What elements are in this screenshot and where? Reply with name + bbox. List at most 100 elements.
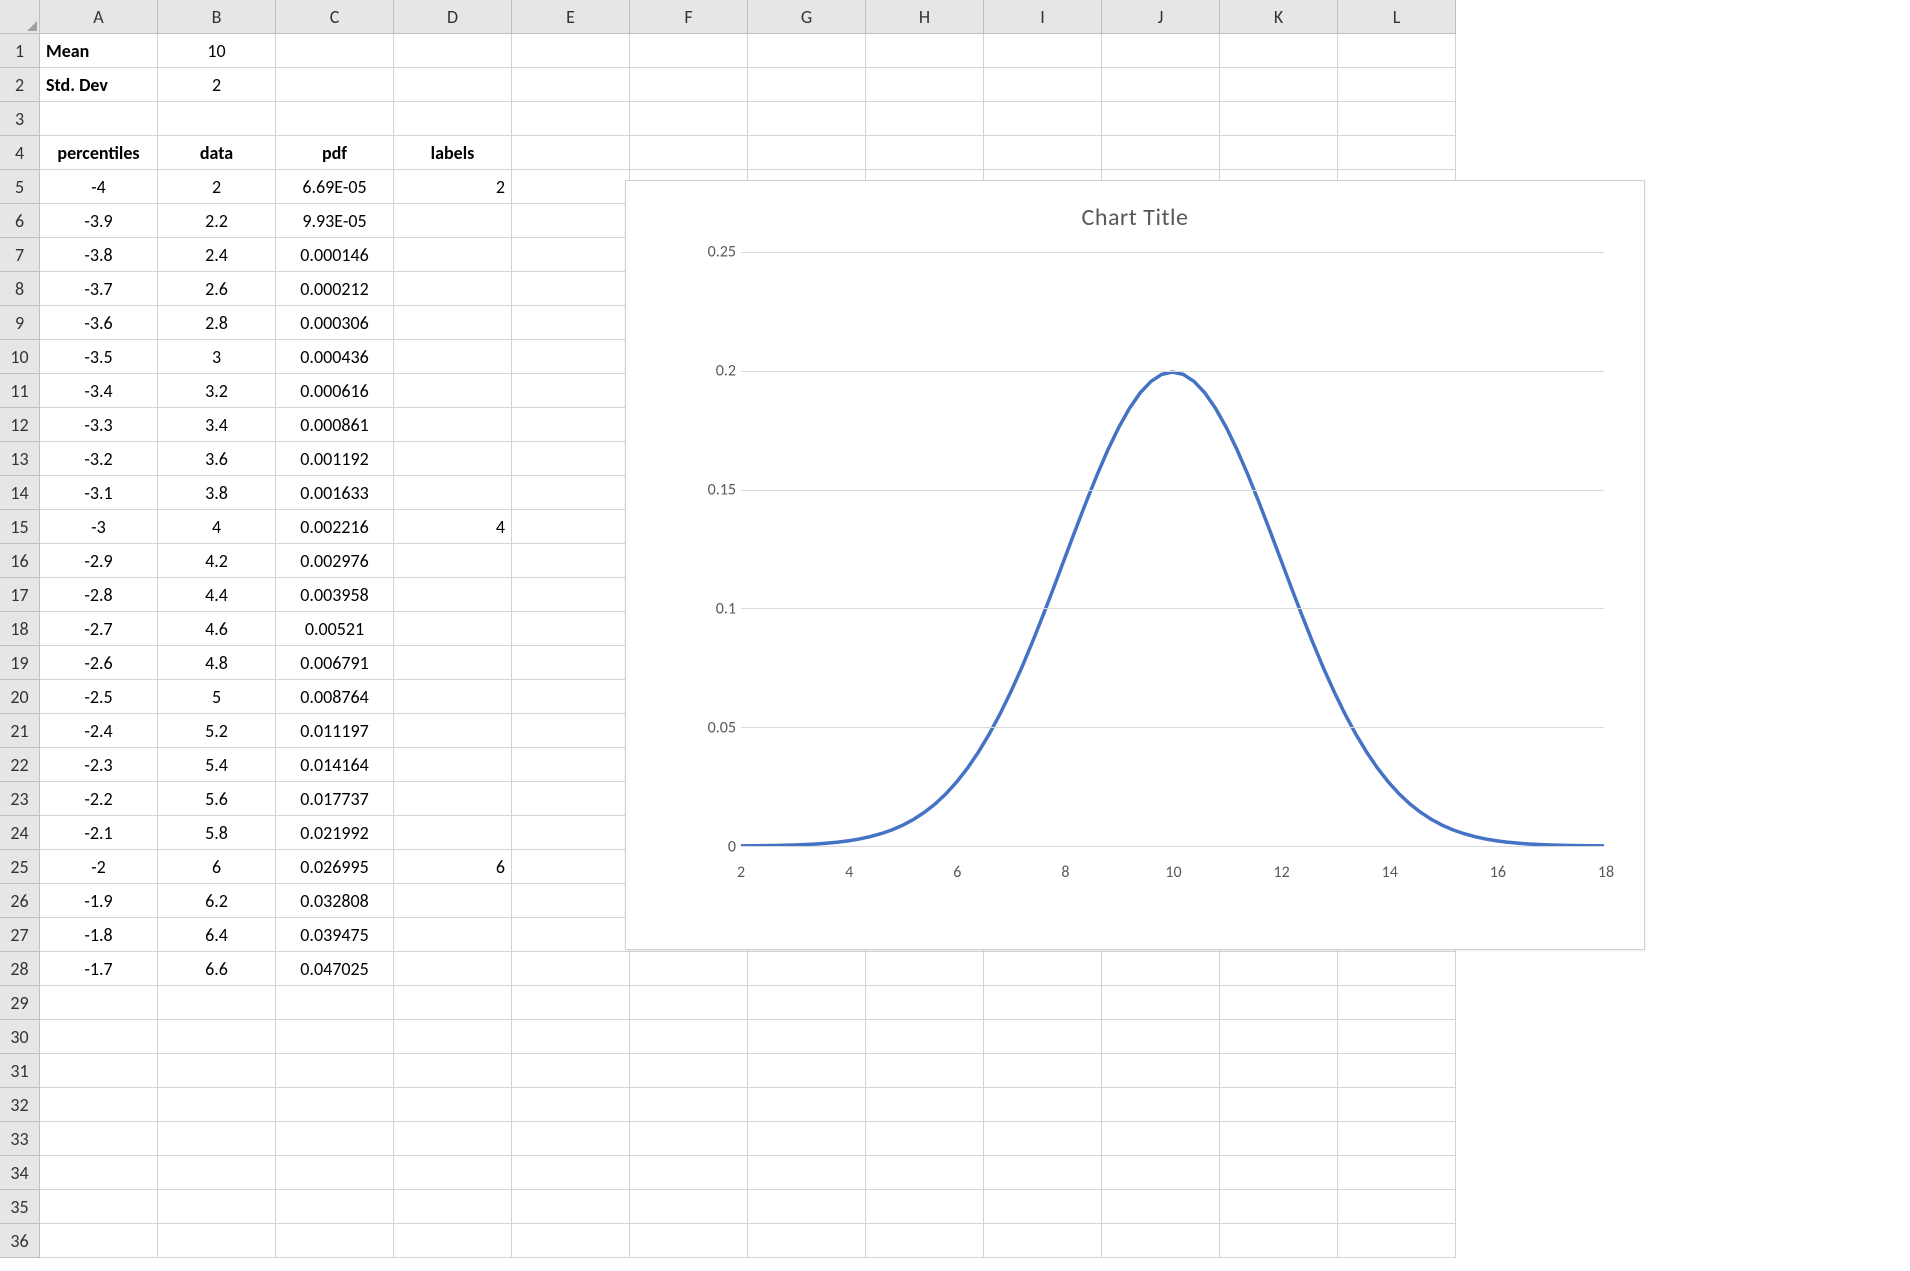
- cell[interactable]: [394, 918, 512, 952]
- cell[interactable]: [276, 102, 394, 136]
- cell[interactable]: [276, 1156, 394, 1190]
- row-header[interactable]: 16: [0, 544, 40, 578]
- cell[interactable]: [394, 1156, 512, 1190]
- cell[interactable]: [394, 748, 512, 782]
- column-header[interactable]: F: [630, 0, 748, 34]
- cell[interactable]: 5.2: [158, 714, 276, 748]
- cell[interactable]: [1102, 68, 1220, 102]
- cell[interactable]: [1102, 1088, 1220, 1122]
- row-header[interactable]: 23: [0, 782, 40, 816]
- cell[interactable]: 0.000146: [276, 238, 394, 272]
- column-header[interactable]: A: [40, 0, 158, 34]
- cell[interactable]: [1220, 1088, 1338, 1122]
- cell[interactable]: -3.9: [40, 204, 158, 238]
- cell[interactable]: [512, 1224, 630, 1258]
- cell[interactable]: -3.5: [40, 340, 158, 374]
- cell[interactable]: [866, 102, 984, 136]
- column-header[interactable]: C: [276, 0, 394, 34]
- cell[interactable]: -2.6: [40, 646, 158, 680]
- cell[interactable]: [40, 1020, 158, 1054]
- cell[interactable]: 0.000212: [276, 272, 394, 306]
- row-header[interactable]: 36: [0, 1224, 40, 1258]
- row-header[interactable]: 33: [0, 1122, 40, 1156]
- cell[interactable]: [394, 1190, 512, 1224]
- cell[interactable]: [1102, 952, 1220, 986]
- row-header[interactable]: 13: [0, 442, 40, 476]
- row-header[interactable]: 34: [0, 1156, 40, 1190]
- cell[interactable]: [394, 238, 512, 272]
- cell[interactable]: 0.00521: [276, 612, 394, 646]
- cell[interactable]: [1338, 1156, 1456, 1190]
- cell[interactable]: [866, 34, 984, 68]
- cell[interactable]: [276, 1122, 394, 1156]
- cell[interactable]: -3: [40, 510, 158, 544]
- row-header[interactable]: 1: [0, 34, 40, 68]
- cell[interactable]: [512, 510, 630, 544]
- cell[interactable]: [512, 748, 630, 782]
- cell[interactable]: [748, 1190, 866, 1224]
- row-header[interactable]: 27: [0, 918, 40, 952]
- row-header[interactable]: 7: [0, 238, 40, 272]
- cell[interactable]: 4.8: [158, 646, 276, 680]
- cell[interactable]: 0.001633: [276, 476, 394, 510]
- cell[interactable]: 0.000306: [276, 306, 394, 340]
- cell[interactable]: [984, 1224, 1102, 1258]
- cell[interactable]: [748, 1020, 866, 1054]
- cell[interactable]: [1220, 1054, 1338, 1088]
- cell[interactable]: [512, 816, 630, 850]
- cell[interactable]: [984, 952, 1102, 986]
- cell[interactable]: -2.9: [40, 544, 158, 578]
- cell[interactable]: [1338, 1054, 1456, 1088]
- cell[interactable]: [158, 1190, 276, 1224]
- cell[interactable]: -2: [40, 850, 158, 884]
- cell[interactable]: [1338, 68, 1456, 102]
- cell[interactable]: -1.7: [40, 952, 158, 986]
- cell[interactable]: [394, 374, 512, 408]
- cell[interactable]: [40, 1224, 158, 1258]
- cell[interactable]: [512, 884, 630, 918]
- cell[interactable]: 0.026995: [276, 850, 394, 884]
- cell[interactable]: [1220, 986, 1338, 1020]
- cell[interactable]: 0.000861: [276, 408, 394, 442]
- cell[interactable]: [984, 1054, 1102, 1088]
- cell[interactable]: [276, 1088, 394, 1122]
- cell[interactable]: [512, 374, 630, 408]
- row-header[interactable]: 4: [0, 136, 40, 170]
- cell[interactable]: -2.7: [40, 612, 158, 646]
- cell[interactable]: 2: [158, 68, 276, 102]
- cell[interactable]: [394, 816, 512, 850]
- cell[interactable]: [630, 1156, 748, 1190]
- row-header[interactable]: 6: [0, 204, 40, 238]
- cell[interactable]: -2.5: [40, 680, 158, 714]
- cell[interactable]: [394, 680, 512, 714]
- cell[interactable]: [748, 952, 866, 986]
- row-header[interactable]: 26: [0, 884, 40, 918]
- cell[interactable]: [394, 646, 512, 680]
- cell[interactable]: [512, 442, 630, 476]
- cell[interactable]: -2.4: [40, 714, 158, 748]
- cell[interactable]: 4: [394, 510, 512, 544]
- cell[interactable]: 6: [158, 850, 276, 884]
- cell[interactable]: 3.4: [158, 408, 276, 442]
- cell[interactable]: [512, 340, 630, 374]
- cell[interactable]: [866, 1020, 984, 1054]
- cell[interactable]: [984, 136, 1102, 170]
- cell[interactable]: [1220, 952, 1338, 986]
- cell[interactable]: [512, 238, 630, 272]
- cell[interactable]: [630, 1054, 748, 1088]
- cell[interactable]: [276, 68, 394, 102]
- cell[interactable]: [394, 408, 512, 442]
- row-header[interactable]: 11: [0, 374, 40, 408]
- cell[interactable]: [394, 986, 512, 1020]
- cell[interactable]: [1220, 102, 1338, 136]
- cell[interactable]: [1338, 952, 1456, 986]
- cell[interactable]: [394, 442, 512, 476]
- row-header[interactable]: 17: [0, 578, 40, 612]
- cell[interactable]: 0.000616: [276, 374, 394, 408]
- cell[interactable]: [394, 578, 512, 612]
- cell[interactable]: [748, 986, 866, 1020]
- cell[interactable]: [630, 1122, 748, 1156]
- column-header[interactable]: J: [1102, 0, 1220, 34]
- cell[interactable]: [866, 1190, 984, 1224]
- cell[interactable]: -2.8: [40, 578, 158, 612]
